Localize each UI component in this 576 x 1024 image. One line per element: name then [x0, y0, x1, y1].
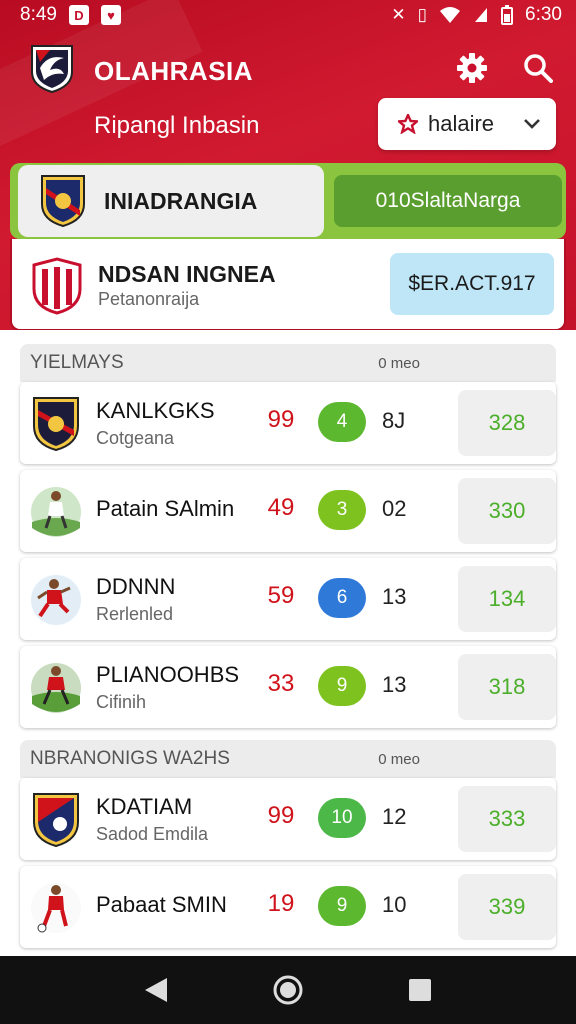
- list-item[interactable]: KDATIAM Sadod Emdila 99 10 12 333: [20, 778, 556, 860]
- status-right: ✕ ▯ 6:30: [391, 4, 562, 26]
- item-subtitle: Cotgeana: [96, 428, 175, 448]
- item-stat: 13: [382, 584, 407, 609]
- item-badge: 9: [318, 886, 366, 926]
- recents-button[interactable]: [400, 970, 440, 1010]
- back-button[interactable]: [136, 970, 176, 1010]
- player-photo-icon: [31, 883, 81, 933]
- item-subtitle: Sadod Emdila: [96, 824, 209, 844]
- item-name: KANLKGKS: [96, 398, 215, 423]
- item-stat: 13: [382, 672, 407, 697]
- item-stat: 02: [382, 496, 407, 521]
- notification-icon: D: [68, 5, 89, 25]
- item-points[interactable]: 339: [458, 874, 556, 940]
- list-item[interactable]: Patain SAlmin 49 3 02 330: [20, 470, 556, 552]
- list-item[interactable]: DDNNN Rerlenled 59 6 13 134: [20, 558, 556, 640]
- item-subtitle: Cifinih: [96, 692, 147, 712]
- item-score: 49: [267, 494, 295, 521]
- home-icon: [273, 975, 303, 1005]
- crest-icon: [41, 175, 85, 228]
- section-header: NBRANONIGS WA2HS 0 meo: [20, 740, 556, 778]
- crest-icon: [32, 257, 82, 315]
- signal-icon: [475, 8, 488, 22]
- item-badge: 3: [318, 490, 366, 530]
- item-stat: 8J: [382, 408, 406, 433]
- vibrate-icon: ▯: [417, 5, 428, 24]
- section-label: NBRANONIGS WA2HS: [30, 748, 230, 769]
- status-left: 8:49 D ♥: [20, 4, 121, 26]
- list-item[interactable]: KANLKGKS Cotgeana 99 4 8J 328: [20, 382, 556, 464]
- status-bar: 8:49 D ♥ ✕ ▯ 6:30: [0, 0, 576, 30]
- list-panel: YIELMAYS 0 meo KANLKGKS Cotgeana 99 4 8J…: [0, 330, 576, 960]
- item-stat: 12: [382, 804, 407, 829]
- item-badge: 9: [318, 666, 366, 706]
- app-bar: OLAHRASIA Ripangl Inbasin halaire: [0, 30, 576, 170]
- item-score: 19: [267, 890, 295, 917]
- list-item[interactable]: PLIANOOHBS Cifinih 33 9 13 318: [20, 646, 556, 728]
- item-points[interactable]: 134: [458, 566, 556, 632]
- item-name: KDATIAM: [96, 794, 193, 819]
- item-points[interactable]: 328: [458, 390, 556, 456]
- crest-icon: [33, 793, 79, 848]
- item-score: 33: [267, 670, 295, 697]
- back-icon: [145, 978, 167, 1002]
- home-button[interactable]: [268, 970, 308, 1010]
- item-score: 99: [267, 802, 295, 829]
- item-score: 59: [267, 582, 295, 609]
- item-badge: 4: [318, 402, 366, 442]
- section-meta: 0 meo: [378, 750, 420, 768]
- shield-icon: ♥: [100, 5, 121, 25]
- opponent-card[interactable]: NDSAN INGNEA Petanonraija $ER.ACT.917: [10, 239, 566, 331]
- battery-icon: [501, 5, 514, 25]
- item-name: DDNNN: [96, 574, 176, 599]
- player-photo-icon: [31, 487, 81, 537]
- chevron-down-icon: [524, 119, 540, 129]
- settings-button[interactable]: [452, 48, 492, 88]
- page-subtitle: Ripangl Inbasin: [94, 112, 260, 139]
- section-meta: 0 meo: [378, 354, 420, 372]
- featured-card[interactable]: INIADRANGIA 010SlaltaNarga: [10, 163, 566, 239]
- item-badge: 10: [318, 798, 366, 838]
- featured-team-name: INIADRANGIA: [104, 187, 258, 214]
- dropdown-label: halaire: [428, 111, 495, 136]
- item-subtitle: Rerlenled: [96, 604, 174, 624]
- app-title: OLAHRASIA: [94, 56, 254, 86]
- item-points[interactable]: 330: [458, 478, 556, 544]
- item-name: PLIANOOHBS: [96, 662, 240, 687]
- item-name: Patain SAlmin: [96, 496, 235, 521]
- filter-dropdown[interactable]: halaire: [378, 98, 556, 150]
- system-nav-bar: [0, 956, 576, 1024]
- gear-icon: [457, 53, 487, 83]
- bluetooth-icon: ✕: [391, 5, 406, 24]
- item-score: 99: [267, 406, 295, 433]
- star-icon: [398, 114, 418, 134]
- opponent-subtitle: Petanonraija: [98, 289, 200, 309]
- item-points[interactable]: 318: [458, 654, 556, 720]
- status-time-right: 6:30: [525, 4, 562, 25]
- app-logo-icon: [31, 45, 73, 94]
- wifi-icon: [440, 7, 461, 23]
- item-stat: 10: [382, 892, 407, 917]
- search-icon: [524, 54, 553, 83]
- featured-action-button[interactable]: 010SlaltaNarga: [334, 175, 562, 227]
- item-name: Pabaat SMIN: [96, 892, 227, 917]
- status-time: 8:49: [20, 4, 57, 25]
- opponent-name: NDSAN INGNEA: [98, 261, 276, 287]
- player-photo-icon: [31, 663, 81, 713]
- player-photo-icon: [31, 575, 81, 625]
- item-points[interactable]: 333: [458, 786, 556, 852]
- item-badge: 6: [318, 578, 366, 618]
- section-label: YIELMAYS: [30, 352, 124, 373]
- section-header: YIELMAYS 0 meo: [20, 344, 556, 382]
- featured-team[interactable]: INIADRANGIA: [18, 165, 324, 237]
- list-item[interactable]: Pabaat SMIN 19 9 10 339: [20, 866, 556, 948]
- search-button[interactable]: [518, 48, 558, 88]
- recents-icon: [409, 979, 431, 1001]
- crest-icon: [33, 397, 79, 452]
- opponent-stat-pill[interactable]: $ER.ACT.917: [390, 253, 554, 315]
